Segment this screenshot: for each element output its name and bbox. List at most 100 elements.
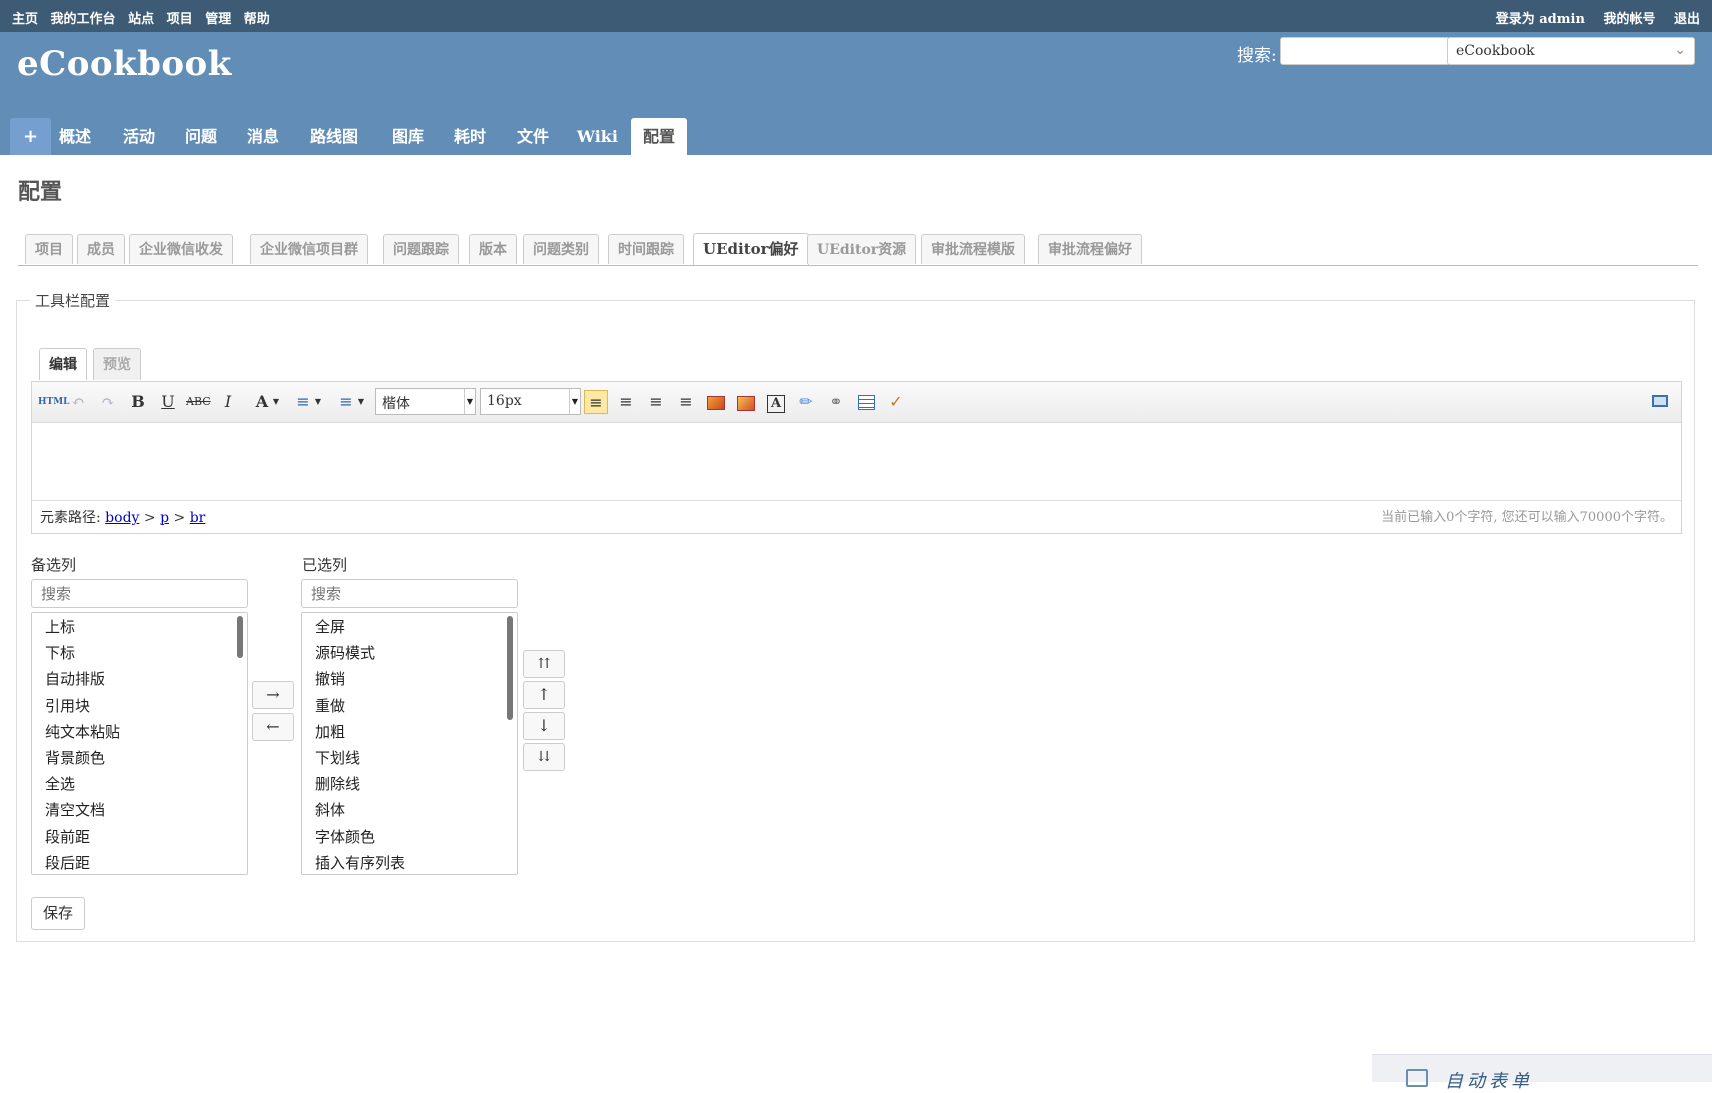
underline-icon[interactable]: U bbox=[156, 390, 180, 414]
multi-image-icon[interactable] bbox=[734, 390, 758, 414]
fullscreen-icon[interactable] bbox=[1648, 390, 1672, 414]
text-box-icon[interactable]: A bbox=[764, 390, 788, 414]
save-button[interactable]: 保存 bbox=[31, 897, 85, 930]
available-search-input[interactable] bbox=[31, 579, 248, 608]
list-item[interactable]: 加粗 bbox=[302, 719, 517, 745]
list-item[interactable]: 清空文档 bbox=[32, 797, 247, 823]
font-color-dropdown-icon[interactable]: ▼ bbox=[271, 390, 281, 414]
available-listbox[interactable]: 上标 下标 自动排版 引用块 纯文本粘贴 背景颜色 全选 清空文档 段前距 段后… bbox=[31, 612, 248, 875]
my-account-link[interactable]: 我的帐号 bbox=[1603, 12, 1655, 27]
list-item[interactable]: 上标 bbox=[32, 614, 247, 640]
search-input[interactable] bbox=[1280, 37, 1450, 65]
unordered-list-icon[interactable]: ≡ bbox=[334, 390, 358, 414]
list-item[interactable]: 重做 bbox=[302, 693, 517, 719]
tab-gallery[interactable]: 图库 bbox=[380, 118, 436, 155]
selected-listbox[interactable]: 全屏 源码模式 撤销 重做 加粗 下划线 删除线 斜体 字体颜色 插入有序列表 bbox=[301, 612, 518, 875]
path-body-link[interactable]: body bbox=[105, 510, 139, 526]
list-item[interactable]: 插入有序列表 bbox=[302, 850, 517, 874]
font-size-select[interactable]: 16px ▼ bbox=[480, 388, 581, 415]
tab-files[interactable]: 文件 bbox=[505, 118, 561, 155]
top-menu-home[interactable]: 主页 bbox=[12, 12, 38, 27]
undo-icon[interactable]: ↶ bbox=[66, 390, 90, 414]
list-item[interactable]: 段前距 bbox=[32, 824, 247, 850]
editor-tab-edit[interactable]: 编辑 bbox=[39, 348, 87, 380]
list-item[interactable]: 段后距 bbox=[32, 850, 247, 874]
settings-tab-ueditor-resources[interactable]: UEditor资源 bbox=[807, 234, 917, 264]
settings-tab-members[interactable]: 成员 bbox=[77, 234, 125, 264]
list-item[interactable]: 字体颜色 bbox=[302, 824, 517, 850]
top-menu-help[interactable]: 帮助 bbox=[244, 12, 270, 27]
insert-image-icon[interactable] bbox=[704, 390, 728, 414]
move-top-button[interactable]: ⇈ bbox=[523, 650, 565, 678]
user-link[interactable]: admin bbox=[1539, 12, 1585, 27]
list-item[interactable]: 斜体 bbox=[302, 797, 517, 823]
settings-tab-approval-prefs[interactable]: 审批流程偏好 bbox=[1038, 234, 1142, 264]
remove-column-button[interactable]: ← bbox=[252, 713, 294, 741]
project-select-value: eCookbook bbox=[1456, 43, 1535, 59]
list-item[interactable]: 撤销 bbox=[302, 666, 517, 692]
align-center-icon[interactable]: ≡ bbox=[614, 390, 638, 414]
move-bottom-button[interactable]: ⇊ bbox=[523, 743, 565, 771]
italic-icon[interactable]: I bbox=[216, 390, 240, 414]
list-item[interactable]: 下划线 bbox=[302, 745, 517, 771]
move-down-button[interactable]: ↓ bbox=[523, 712, 565, 740]
selected-search-input[interactable] bbox=[301, 579, 518, 608]
tab-overview[interactable]: 概述 bbox=[47, 118, 103, 155]
tab-time[interactable]: 耗时 bbox=[442, 118, 498, 155]
settings-tab-ueditor-prefs[interactable]: UEditor偏好 bbox=[693, 233, 809, 265]
settings-tab-approval-templates[interactable]: 审批流程模版 bbox=[921, 234, 1025, 264]
settings-tab-issue-tracking[interactable]: 问题跟踪 bbox=[383, 234, 459, 264]
tab-settings[interactable]: 配置 bbox=[631, 118, 688, 155]
list-item[interactable]: 自动排版 bbox=[32, 666, 247, 692]
selected-scrollbar[interactable] bbox=[507, 616, 513, 720]
list-item[interactable]: 全屏 bbox=[302, 614, 517, 640]
link-icon[interactable]: ⚭ bbox=[824, 390, 848, 414]
top-menu-projects[interactable]: 项目 bbox=[167, 12, 193, 27]
source-code-button[interactable]: HTML bbox=[38, 390, 70, 414]
available-scrollbar[interactable] bbox=[237, 616, 243, 658]
font-family-select[interactable]: 楷体 ▼ bbox=[375, 388, 476, 415]
list-item[interactable]: 下标 bbox=[32, 640, 247, 666]
editor-tab-preview[interactable]: 预览 bbox=[93, 348, 141, 380]
path-p-link[interactable]: p bbox=[160, 510, 169, 526]
redo-icon[interactable]: ↷ bbox=[96, 390, 120, 414]
settings-tab-wecom-messaging[interactable]: 企业微信收发 bbox=[129, 234, 233, 264]
table-icon[interactable] bbox=[854, 390, 878, 414]
tab-issues[interactable]: 问题 bbox=[173, 118, 229, 155]
project-jump-select[interactable]: eCookbook ⌄ bbox=[1447, 37, 1695, 65]
list-item[interactable]: 全选 bbox=[32, 771, 247, 797]
settings-tab-versions[interactable]: 版本 bbox=[469, 234, 517, 264]
settings-tab-time-tracking[interactable]: 时间跟踪 bbox=[608, 234, 684, 264]
ordered-list-dropdown-icon[interactable]: ▼ bbox=[313, 390, 323, 414]
top-menu-sites[interactable]: 站点 bbox=[128, 12, 154, 27]
format-brush-icon[interactable]: ✓ bbox=[884, 390, 908, 414]
auto-form-panel[interactable]: 自动表单 bbox=[1372, 1054, 1712, 1092]
align-right-icon[interactable]: ≡ bbox=[644, 390, 668, 414]
path-br-link[interactable]: br bbox=[190, 510, 206, 526]
new-object-button[interactable]: + bbox=[10, 118, 52, 155]
align-left-icon[interactable]: ≡ bbox=[584, 390, 608, 414]
unordered-list-dropdown-icon[interactable]: ▼ bbox=[356, 390, 366, 414]
list-item[interactable]: 删除线 bbox=[302, 771, 517, 797]
top-menu-my-page[interactable]: 我的工作台 bbox=[51, 12, 116, 27]
align-justify-icon[interactable]: ≡ bbox=[674, 390, 698, 414]
list-item[interactable]: 引用块 bbox=[32, 693, 247, 719]
settings-tab-wecom-groups[interactable]: 企业微信项目群 bbox=[250, 234, 368, 264]
list-item[interactable]: 源码模式 bbox=[302, 640, 517, 666]
top-menu-admin[interactable]: 管理 bbox=[205, 12, 231, 27]
ordered-list-icon[interactable]: ≡ bbox=[291, 390, 315, 414]
eraser-icon[interactable]: ✏ bbox=[794, 390, 818, 414]
tab-roadmap[interactable]: 路线图 bbox=[298, 118, 370, 155]
logout-link[interactable]: 退出 bbox=[1674, 12, 1700, 27]
tab-wiki[interactable]: Wiki bbox=[565, 118, 630, 155]
tab-activity[interactable]: 活动 bbox=[111, 118, 167, 155]
tab-news[interactable]: 消息 bbox=[235, 118, 291, 155]
move-up-button[interactable]: ↑ bbox=[523, 681, 565, 709]
list-item[interactable]: 背景颜色 bbox=[32, 745, 247, 771]
strikethrough-icon[interactable]: ABC bbox=[186, 390, 211, 414]
settings-tab-project[interactable]: 项目 bbox=[25, 234, 73, 264]
settings-tab-issue-categories[interactable]: 问题类别 bbox=[523, 234, 599, 264]
add-column-button[interactable]: → bbox=[252, 681, 294, 709]
list-item[interactable]: 纯文本粘贴 bbox=[32, 719, 247, 745]
bold-icon[interactable]: B bbox=[126, 390, 150, 414]
